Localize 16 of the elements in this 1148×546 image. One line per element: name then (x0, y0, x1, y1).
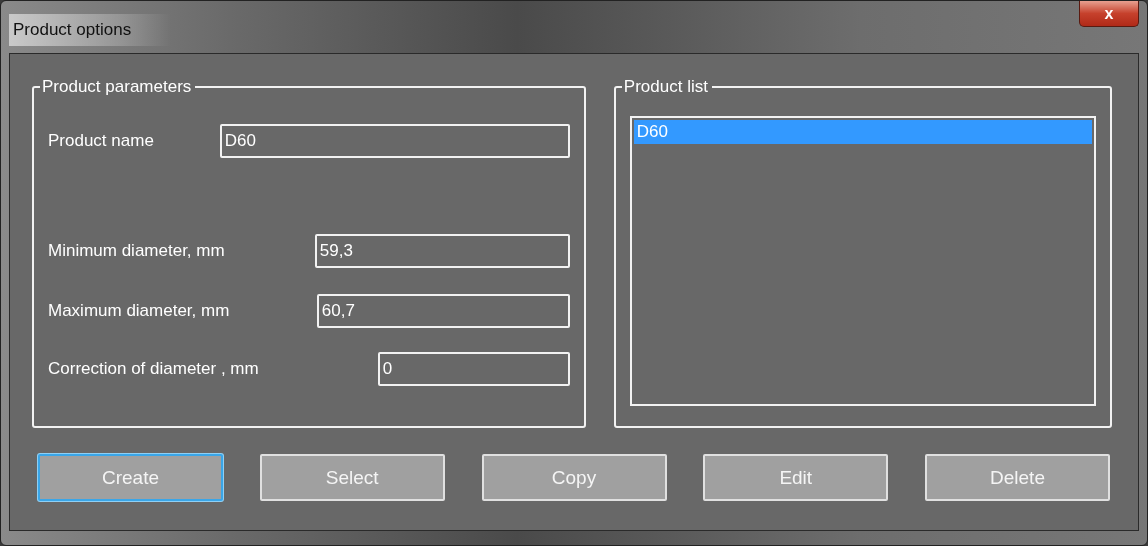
input-field[interactable]: 59,3 (314, 234, 570, 268)
dialog-button[interactable]: Copy (481, 454, 667, 501)
field-label: Maximum diameter, mm (48, 301, 230, 321)
dialog-button[interactable]: Delete (925, 454, 1110, 501)
dialog-button[interactable]: Select (259, 454, 445, 501)
input-field[interactable]: D60 (219, 124, 570, 158)
group-title: Product parameters (40, 77, 196, 97)
close-button[interactable]: x (1079, 1, 1139, 27)
dialog-button[interactable]: Edit (703, 454, 889, 501)
field-label: Correction of diameter , mm (48, 359, 259, 379)
input-field[interactable]: 0 (377, 352, 570, 386)
field-label: Minimum diameter, mm (48, 241, 225, 261)
dialog-button[interactable]: Create (38, 454, 223, 501)
input-field[interactable]: 60,7 (316, 294, 570, 328)
field-label: Product name (48, 131, 154, 151)
list-item[interactable]: D60 (633, 120, 1092, 144)
